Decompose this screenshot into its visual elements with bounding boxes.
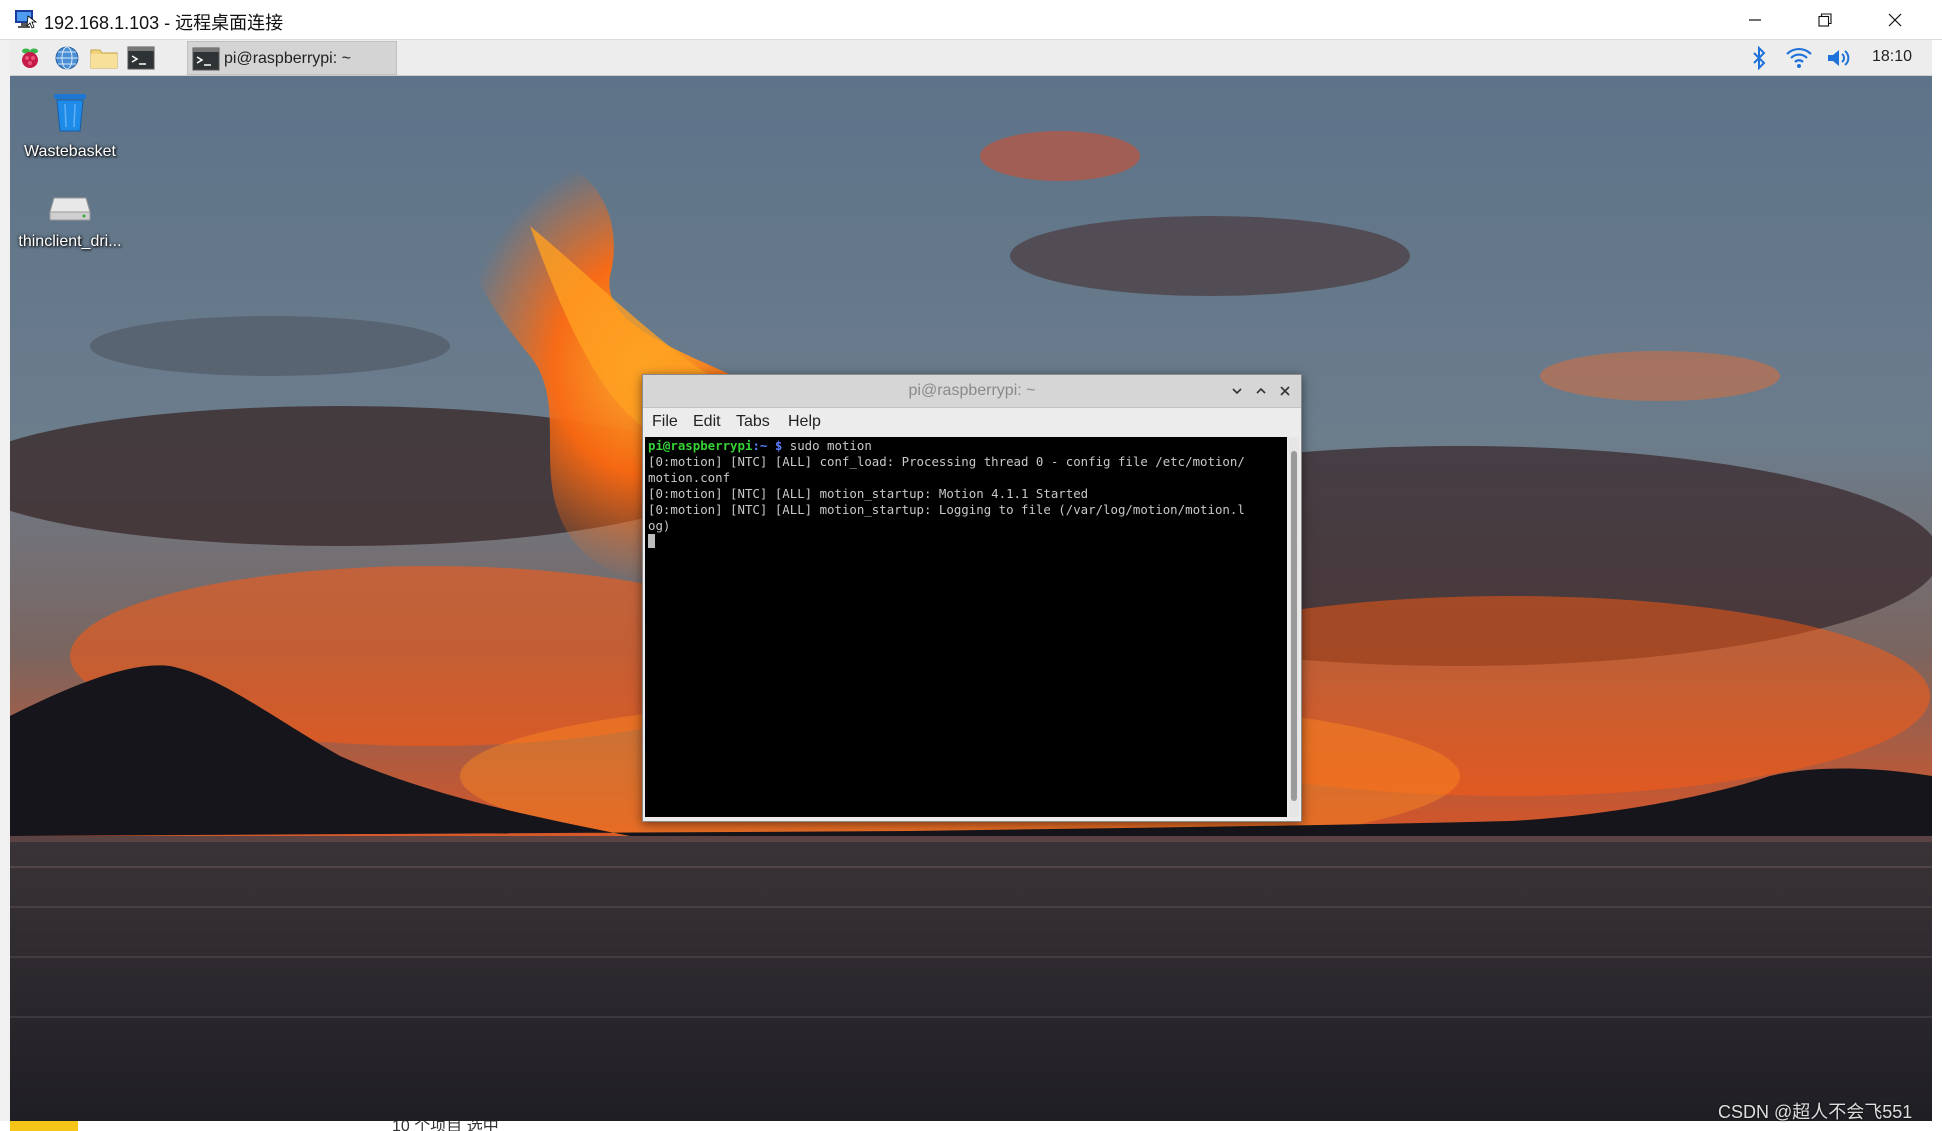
command-text: sudo motion [782, 438, 872, 453]
terminal-icon [192, 47, 220, 71]
desktop-icon-wastebasket[interactable]: Wastebasket [10, 90, 130, 161]
close-button[interactable] [1860, 0, 1930, 40]
file-manager-button[interactable] [89, 44, 119, 72]
output-line: motion.conf [648, 470, 731, 485]
drive-icon [49, 197, 91, 221]
clock[interactable]: 18:10 [1872, 48, 1912, 66]
scrollbar-thumb[interactable] [1291, 451, 1297, 801]
host-window-edge [1932, 40, 1942, 1121]
rdp-title-bar: 192.168.1.103 - 远程桌面连接 [0, 0, 1942, 40]
terminal-icon [127, 46, 155, 70]
trash-icon [54, 94, 86, 132]
output-line: [0:motion] [NTC] [ALL] motion_startup: L… [648, 502, 1245, 517]
terminal-maximize-button[interactable] [1251, 381, 1271, 401]
bluetooth-button[interactable] [1746, 45, 1772, 71]
wifi-button[interactable] [1784, 45, 1814, 71]
desktop-icon-label: thinclient_dri... [18, 233, 122, 250]
taskbar-item-label: pi@raspberrypi: ~ [224, 50, 351, 67]
menu-file[interactable]: File [652, 413, 678, 431]
web-browser-button[interactable] [52, 44, 82, 72]
terminal-minimize-button[interactable] [1227, 381, 1247, 401]
terminal-close-button[interactable] [1275, 381, 1295, 401]
prompt-path: :~ $ [752, 438, 783, 453]
host-status-text: 10 个项目 选中 [392, 1121, 499, 1131]
output-line: [0:motion] [NTC] [ALL] motion_startup: M… [648, 486, 1089, 501]
output-line: og) [648, 518, 671, 533]
terminal-prompt-line: pi@raspberrypi:~ $ sudo motion [648, 438, 1284, 454]
terminal-cursor [648, 534, 655, 548]
volume-button[interactable] [1824, 45, 1854, 71]
web-browser-icon [55, 46, 79, 70]
remote-desktop-icon [15, 10, 38, 29]
chevron-down-icon [1232, 388, 1242, 395]
terminal-menu-bar: File Edit Tabs Help [643, 408, 1301, 436]
output-line: [0:motion] [NTC] [ALL] conf_load: Proces… [648, 454, 1245, 469]
raspberry-menu-icon [22, 48, 38, 68]
terminal-title: pi@raspberrypi: ~ [908, 382, 1036, 399]
restore-icon [1818, 13, 1832, 27]
file-manager-icon [90, 49, 118, 69]
volume-icon [1828, 50, 1850, 66]
close-icon [1280, 386, 1290, 396]
terminal-output[interactable]: pi@raspberrypi:~ $ sudo motion [0:motion]… [645, 437, 1287, 817]
host-highlight [10, 1121, 78, 1131]
desktop-icon-label: Wastebasket [24, 143, 116, 160]
minimize-button[interactable] [1720, 0, 1790, 40]
top-panel: pi@raspberrypi: ~ 18:10 [10, 40, 1932, 76]
terminal-scrollbar[interactable] [1289, 437, 1299, 817]
wifi-icon [1786, 47, 1812, 68]
chevron-up-icon [1256, 387, 1266, 394]
remote-desktop-screen[interactable]: pi@raspberrypi: ~ 18:10 Wastebasket thin… [10, 40, 1932, 1121]
menu-help[interactable]: Help [788, 413, 821, 431]
watermark: CSDN @超人不会飞551 [1718, 1102, 1913, 1122]
window-title: 192.168.1.103 - 远程桌面连接 [44, 13, 284, 33]
menu-edit[interactable]: Edit [693, 413, 721, 431]
minimize-icon [1749, 19, 1761, 21]
bluetooth-icon [1753, 46, 1766, 70]
taskbar-item-terminal[interactable]: pi@raspberrypi: ~ [187, 41, 397, 75]
terminal-window[interactable]: pi@raspberrypi: ~ File Edit Tabs Help pi… [642, 374, 1302, 822]
terminal-launcher-button[interactable] [126, 44, 156, 72]
host-status-strip: 10 个项目 选中 [0, 1121, 1942, 1131]
menu-tabs[interactable]: Tabs [736, 413, 770, 431]
restore-button[interactable] [1790, 0, 1860, 40]
terminal-title-bar[interactable]: pi@raspberrypi: ~ [643, 375, 1301, 408]
prompt-user: pi@raspberrypi [648, 438, 753, 453]
close-icon [1888, 13, 1902, 27]
raspberry-menu-button[interactable] [15, 44, 45, 72]
desktop-icon-thinclient-drive[interactable]: thinclient_dri... [10, 192, 130, 251]
